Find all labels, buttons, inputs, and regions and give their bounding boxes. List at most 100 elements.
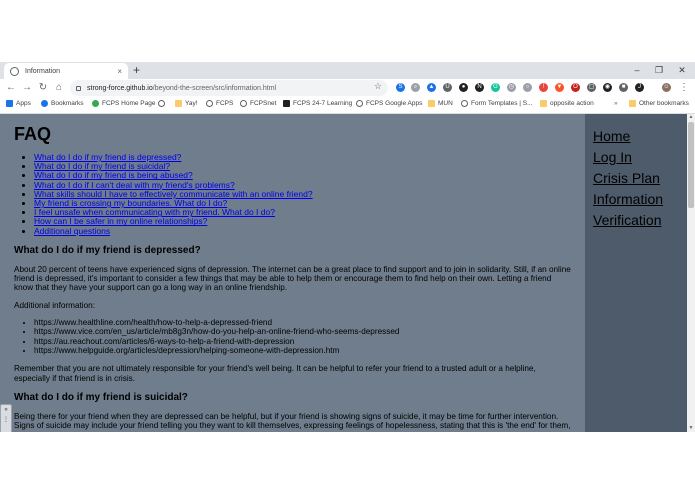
reference-item: https://www.helpguide.org/articles/depre… <box>34 346 571 355</box>
bookmark-label: Apps <box>16 100 31 107</box>
bookmark-label: Bookmarks <box>51 100 84 107</box>
tab-title: Information <box>25 67 61 75</box>
extension-hat-icon[interactable]: ▲ <box>427 83 436 92</box>
bookmark-label: FCPS Google Apps <box>366 100 423 107</box>
reference-item: https://www.vice.com/en_us/article/mb8g3… <box>34 327 571 336</box>
back-icon[interactable]: ← <box>4 81 18 95</box>
bookmark-other[interactable]: Other bookmarks <box>629 100 689 107</box>
scroll-up-icon[interactable]: ▲ <box>688 114 694 120</box>
url-path: /beyond-the-screen/src/information.html <box>152 84 277 92</box>
extension-clock-icon[interactable]: ◷ <box>507 83 516 92</box>
toc-link[interactable]: Additional questions <box>34 226 110 236</box>
bookmark-label: FCPS Home Page <box>102 100 156 107</box>
nav-link-login[interactable]: Log In <box>593 147 687 168</box>
globe-icon <box>10 66 19 76</box>
sidebar-nav: Home Log In Crisis Plan Information Veri… <box>585 114 687 432</box>
faq-toc: What do I do if my friend is depressed? … <box>34 152 571 236</box>
section-heading-suicidal: What do I do if my friend is suicidal? <box>14 391 188 403</box>
extension-j-icon[interactable]: J <box>635 83 644 92</box>
extension-n-icon[interactable]: N <box>475 83 484 92</box>
reload-icon[interactable]: ↻ <box>36 81 50 95</box>
globe-icon <box>158 100 165 107</box>
browser-toolbar: ← → ↻ ⌂ strong-force.github.io/beyond-th… <box>0 79 695 97</box>
vertical-scrollbar[interactable]: ▲ ▼ <box>687 114 695 432</box>
bookmarks-bar: Apps Bookmarks FCPS Home Page Yay! FCPS … <box>0 97 695 114</box>
toc-item: How can I be safer in my online relation… <box>34 217 571 226</box>
extension-circle-icon[interactable]: ● <box>459 83 468 92</box>
bookmark-fcps[interactable]: FCPS <box>206 100 233 107</box>
folder-icon <box>540 100 547 107</box>
top-blank-area <box>0 0 695 62</box>
folder-icon <box>175 100 182 107</box>
bookmark-yay[interactable]: Yay! <box>175 100 198 107</box>
extension-grammarly-icon[interactable]: G <box>491 83 500 92</box>
nav-link-verification[interactable]: Verification <box>593 210 687 231</box>
scroll-down-icon[interactable]: ▼ <box>688 425 694 431</box>
bookmark-opposite-action[interactable]: opposite action <box>540 100 594 107</box>
bookmark-fcps-google-apps[interactable]: FCPS Google Apps <box>356 100 422 107</box>
extension-dark-icon[interactable]: ◉ <box>603 83 612 92</box>
bookmark-label: Form Templates | S... <box>471 100 533 107</box>
extension-shield-icon[interactable]: U <box>443 83 452 92</box>
extension-search-icon[interactable]: ⌕ <box>411 83 420 92</box>
bottom-blank-area <box>0 432 695 494</box>
bookmark-label: FCPSnet <box>250 100 277 107</box>
extension-box-icon[interactable]: ■ <box>619 83 628 92</box>
bookmark-label: opposite action <box>550 100 594 107</box>
lock-icon <box>76 85 81 91</box>
nav-link-crisis-plan[interactable]: Crisis Plan <box>593 168 687 189</box>
bookmark-mun[interactable]: MUN <box>428 100 453 107</box>
bookmark-fcps-24-7[interactable]: FCPS 24-7 Learning <box>283 100 352 107</box>
reference-item: https://au.reachout.com/articles/6-ways-… <box>34 337 571 346</box>
bookmark-bookmarks[interactable]: Bookmarks <box>41 100 84 107</box>
fcps-icon <box>92 100 99 107</box>
folder-icon <box>629 100 636 107</box>
extension-gray-icon[interactable]: ○ <box>523 83 532 92</box>
star-icon <box>41 100 48 107</box>
url-host: strong-force.github.io <box>87 84 153 92</box>
reference-list: https://www.healthline.com/health/how-to… <box>34 318 571 355</box>
bookmark-globe[interactable] <box>158 100 168 107</box>
reference-item: https://www.healthline.com/health/how-to… <box>34 318 571 327</box>
close-window-button[interactable]: ✕ <box>668 62 695 79</box>
section-paragraph: Being there for your friend when they ar… <box>14 411 571 432</box>
avatar[interactable]: ☺ <box>662 83 671 92</box>
section-heading-depressed: What do I do if my friend is depressed? <box>14 244 201 256</box>
tab-information[interactable]: Information × <box>4 63 128 79</box>
globe-icon <box>356 100 363 107</box>
additional-info-label: Additional information: <box>14 300 96 310</box>
bb-icon <box>283 100 290 107</box>
section-closing: Remember that you are not ultimately res… <box>14 364 536 383</box>
menu-kebab-icon[interactable]: ⋮ <box>677 81 691 95</box>
web-page: FAQ What do I do if my friend is depress… <box>0 114 695 432</box>
close-icon[interactable]: × <box>117 67 122 76</box>
bookmarks-overflow-icon[interactable]: » <box>614 100 618 107</box>
nav-link-information[interactable]: Information <box>593 189 687 210</box>
main-content: FAQ What do I do if my friend is depress… <box>0 114 585 432</box>
globe-icon <box>461 100 468 107</box>
extension-red-icon[interactable]: ! <box>539 83 548 92</box>
bookmark-star-icon[interactable]: ☆ <box>374 81 382 92</box>
new-tab-button[interactable]: + <box>133 63 140 77</box>
bookmark-label: Other bookmarks <box>639 100 689 107</box>
bookmark-fcps-home[interactable]: FCPS Home Page <box>92 100 155 107</box>
globe-icon <box>240 100 247 107</box>
apps-icon <box>6 100 13 107</box>
scrollbar-thumb[interactable] <box>688 122 694 208</box>
nav-link-home[interactable]: Home <box>593 126 687 147</box>
address-bar[interactable]: strong-force.github.io/beyond-the-screen… <box>70 80 388 96</box>
bookmark-label: Yay! <box>185 100 198 107</box>
bookmark-label: MUN <box>438 100 453 107</box>
forward-icon[interactable]: → <box>20 81 34 95</box>
bookmark-fcpsnet[interactable]: FCPSnet <box>240 100 276 107</box>
side-panel-handle[interactable]: » ⋮ <box>0 404 12 432</box>
bookmark-form-templates[interactable]: Form Templates | S... <box>461 100 533 107</box>
extension-brave-icon[interactable]: ▼ <box>555 83 564 92</box>
extension-o-icon[interactable]: O <box>571 83 580 92</box>
toc-item: Additional questions <box>34 226 571 236</box>
extension-square-icon[interactable]: ▢ <box>587 83 596 92</box>
page-title: FAQ <box>14 124 52 144</box>
home-icon[interactable]: ⌂ <box>52 81 66 95</box>
bookmark-apps[interactable]: Apps <box>6 100 31 107</box>
extension-skype-icon[interactable]: S <box>396 83 405 92</box>
